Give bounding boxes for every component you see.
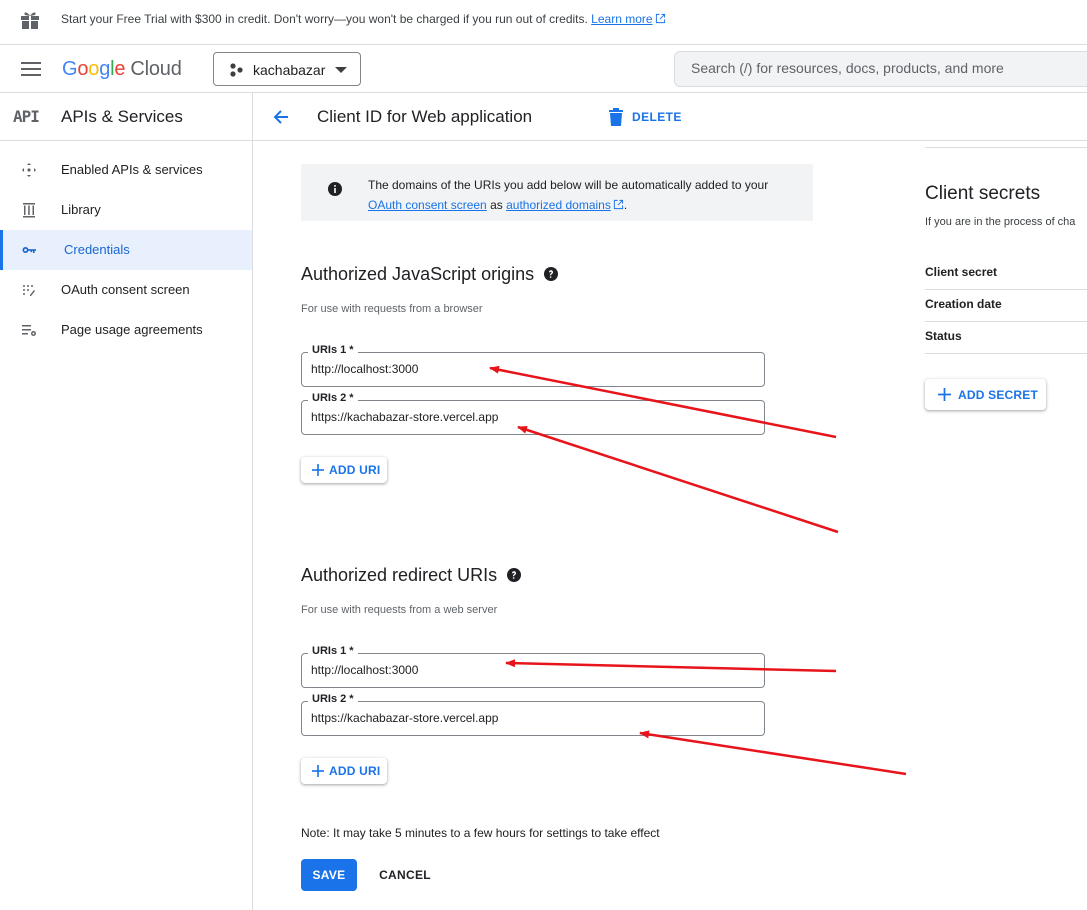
help-icon[interactable]: [507, 568, 522, 582]
js-origin-uri-1-input[interactable]: [311, 362, 751, 376]
sidebar-title: APIs & Services: [61, 107, 183, 126]
js-origin-uri-2-field[interactable]: URIs 2 *: [301, 392, 765, 435]
external-link-icon: [655, 13, 665, 24]
chevron-down-icon: [335, 67, 347, 73]
status-row: Status: [925, 322, 1087, 354]
enabled-apis-icon: [22, 163, 36, 177]
api-badge-icon: API: [13, 107, 40, 126]
external-link-icon: [613, 199, 623, 210]
redirect-uri-1-field[interactable]: URIs 1 *: [301, 645, 765, 688]
promo-text: Start your Free Trial with $300 in credi…: [61, 12, 666, 26]
plus-icon: [312, 464, 324, 476]
page-title: Client ID for Web application: [317, 107, 533, 126]
project-hub-icon: [230, 63, 243, 77]
add-secret-button[interactable]: ADD SECRET: [925, 379, 1046, 410]
sidebar-item-library[interactable]: Library: [0, 190, 252, 230]
js-origin-uri-2-input[interactable]: [311, 410, 751, 424]
panel-divider: [925, 147, 1087, 148]
project-selector[interactable]: kachabazar: [213, 52, 361, 86]
sidebar-item-credentials[interactable]: Credentials: [0, 230, 252, 270]
sidebar-item-page-usage[interactable]: Page usage agreements: [0, 310, 252, 350]
client-secrets-title: Client secrets: [925, 183, 1041, 204]
redirect-uris-hint: For use with requests from a web server: [301, 604, 498, 616]
top-header: Google Cloud kachabazar: [0, 45, 1087, 93]
page-header: Client ID for Web application DELETE: [253, 93, 1087, 141]
google-cloud-logo[interactable]: Google Cloud: [62, 58, 182, 81]
sidebar: API APIs & Services Enabled APIs & servi…: [0, 93, 253, 910]
project-name: kachabazar: [253, 62, 326, 78]
save-button[interactable]: SAVE: [301, 859, 357, 891]
redirect-uri-1-input[interactable]: [311, 663, 751, 677]
oauth-consent-link[interactable]: OAuth consent screen: [368, 198, 487, 212]
redirect-add-uri-button[interactable]: ADD URI: [301, 758, 387, 784]
help-icon[interactable]: [544, 267, 559, 281]
js-origins-hint: For use with requests from a browser: [301, 303, 483, 315]
sidebar-item-enabled-apis[interactable]: Enabled APIs & services: [0, 150, 252, 190]
plus-icon: [312, 765, 324, 777]
redirect-uris-title: Authorized redirect URIs: [301, 565, 522, 586]
sidebar-item-oauth-consent[interactable]: OAuth consent screen: [0, 270, 252, 310]
info-text: The domains of the URIs you add below wi…: [368, 178, 769, 212]
redirect-uri-2-input[interactable]: [311, 711, 751, 725]
js-origins-add-uri-button[interactable]: ADD URI: [301, 457, 387, 483]
back-arrow-icon[interactable]: [271, 107, 291, 127]
search-bar[interactable]: [674, 51, 1087, 87]
client-secret-row: Client secret: [925, 258, 1087, 290]
info-icon: [328, 182, 342, 196]
delete-button[interactable]: DELETE: [607, 105, 682, 129]
js-origin-uri-1-field[interactable]: URIs 1 *: [301, 344, 765, 387]
gift-icon: [21, 12, 39, 29]
annotation-arrow: [639, 730, 907, 776]
plus-icon: [938, 388, 951, 401]
trash-icon: [609, 108, 623, 126]
key-icon: [22, 247, 36, 253]
oauth-consent-icon: [23, 285, 35, 296]
creation-date-row: Creation date: [925, 290, 1087, 322]
client-secrets-desc: If you are in the process of cha: [925, 216, 1076, 228]
search-input[interactable]: [691, 60, 1087, 76]
annotation-arrow: [517, 425, 839, 534]
page-usage-icon: [22, 325, 36, 336]
library-icon: [23, 203, 35, 218]
redirect-uri-2-field[interactable]: URIs 2 *: [301, 693, 765, 736]
learn-more-link[interactable]: Learn more: [591, 12, 652, 26]
hamburger-menu-icon[interactable]: [21, 62, 41, 76]
authorized-domains-link[interactable]: authorized domains: [506, 198, 611, 212]
cancel-button[interactable]: CANCEL: [370, 859, 440, 891]
promo-banner: Start your Free Trial with $300 in credi…: [0, 0, 1087, 45]
sidebar-header: API APIs & Services: [0, 93, 252, 141]
js-origins-title: Authorized JavaScript origins: [301, 264, 559, 285]
settings-note: Note: It may take 5 minutes to a few hou…: [301, 826, 660, 840]
info-notice: The domains of the URIs you add below wi…: [301, 164, 813, 221]
